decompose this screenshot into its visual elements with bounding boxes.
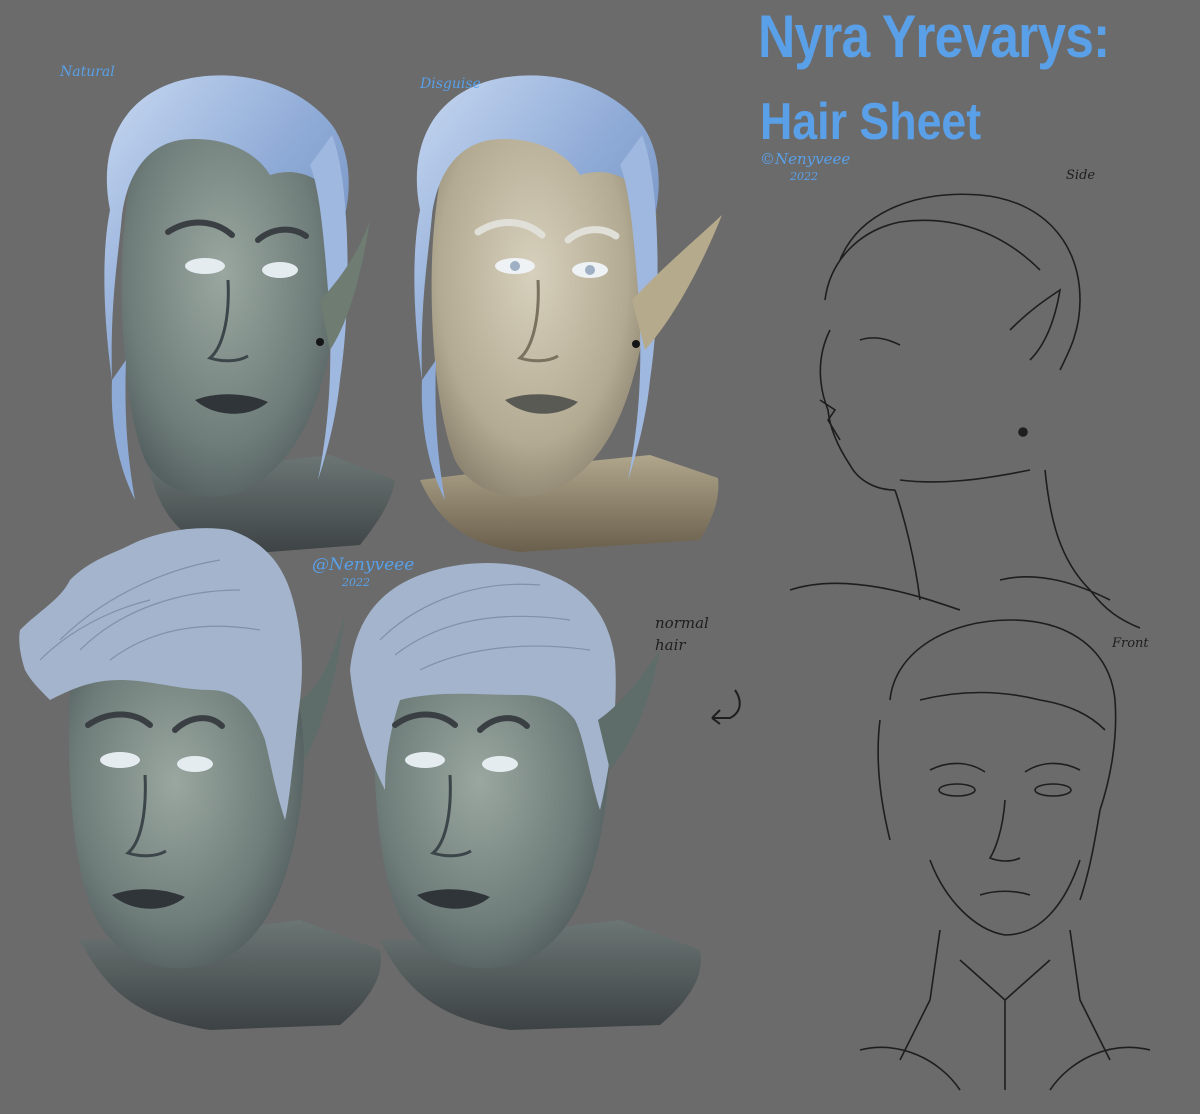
- sketch-side-view: [789, 193, 1141, 629]
- label-normal-hair-line2: hair: [655, 636, 686, 654]
- portrait-short-hair-1: [19, 528, 381, 1030]
- label-front: Front: [1112, 636, 1149, 651]
- signature-middle-handle: @Nenyveee: [312, 555, 415, 575]
- signature-top-handle: ©Nenyveee: [760, 150, 851, 168]
- title-subtitle: Hair Sheet: [760, 93, 982, 151]
- artwork-canvas: [19, 75, 1151, 1091]
- portrait-disguise: [414, 75, 722, 552]
- title-name: Nyra Yrevarys:: [758, 3, 1110, 70]
- signature-middle-year: 2022: [342, 576, 370, 589]
- label-normal-hair-line1: normal: [655, 614, 709, 632]
- sketch-front-view: [859, 619, 1151, 1091]
- label-side: Side: [1066, 168, 1096, 183]
- arrow-icon: [711, 689, 741, 725]
- label-disguise: Disguise: [420, 76, 481, 92]
- signature-top-year: 2022: [790, 170, 818, 183]
- signature-middle: @Nenyveee 2022: [312, 556, 414, 592]
- portrait-short-hair-2: [350, 562, 701, 1030]
- label-normal-hair: normal hair: [655, 612, 709, 656]
- portrait-natural: [104, 75, 395, 555]
- label-natural: Natural: [60, 64, 115, 80]
- signature-top: ©Nenyveee 2022: [760, 150, 850, 186]
